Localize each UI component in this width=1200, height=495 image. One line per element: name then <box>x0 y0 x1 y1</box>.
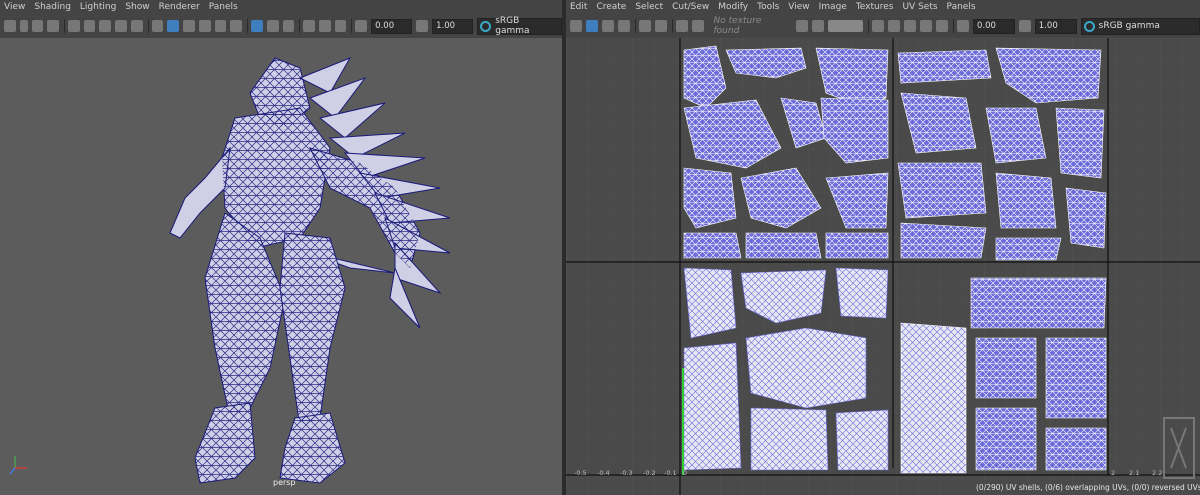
film-gate-icon[interactable] <box>83 20 96 32</box>
dim-image-icon[interactable] <box>811 20 824 32</box>
menu-shading[interactable]: Shading <box>34 2 71 12</box>
camera-label: persp <box>273 478 296 487</box>
gamma-icon <box>1018 20 1031 32</box>
uv-gamma-field[interactable]: 1.00 <box>1034 18 1077 34</box>
color-space-select[interactable]: sRGB gamma <box>477 16 562 36</box>
uv-toolbar: No texture found 0.00 1.00 sRGB gamma <box>566 14 1200 39</box>
shadows-icon[interactable] <box>230 20 243 32</box>
uv-status-text: (0/290) UV shells, (0/6) overlapping UVs… <box>976 483 1200 492</box>
channel-alpha-icon[interactable] <box>888 20 901 32</box>
textured-icon[interactable] <box>198 20 211 32</box>
refresh-icon[interactable] <box>920 20 933 32</box>
tick-label: -0.2 <box>643 469 656 477</box>
color-space-label: sRGB gamma <box>495 16 530 36</box>
tick-label: -0.5 <box>574 469 587 477</box>
smooth-shade-icon[interactable] <box>167 20 180 32</box>
uv-menu-textures[interactable]: Textures <box>856 2 894 12</box>
default-material-icon[interactable] <box>183 20 195 32</box>
texture-status: No texture found <box>713 16 762 36</box>
uv-editor-panel: Edit Create Select Cut/Sew Modify Tools … <box>566 0 1200 495</box>
uv-menubar: Edit Create Select Cut/Sew Modify Tools … <box>566 0 1200 14</box>
uv-color-space-select[interactable]: sRGB gamma <box>1080 17 1200 35</box>
shaded-uv-icon[interactable] <box>601 20 614 32</box>
color-management-icon <box>480 20 492 32</box>
distortion-icon[interactable] <box>617 20 630 32</box>
tick-label: 2 <box>1111 469 1116 477</box>
menu-view[interactable]: View <box>4 2 25 12</box>
texture-tiles-icon[interactable] <box>675 20 688 32</box>
wireframe-on-shaded-icon[interactable] <box>251 20 263 32</box>
uv-menu-tools[interactable]: Tools <box>757 2 779 12</box>
layout-icon[interactable] <box>936 20 949 32</box>
gamma-field[interactable]: 1.00 <box>432 18 474 34</box>
tick-label: -0.3 <box>620 469 633 477</box>
exposure-icon <box>957 20 970 32</box>
uv-menu-panels[interactable]: Panels <box>947 2 976 12</box>
uv-menu-edit[interactable]: Edit <box>570 2 587 12</box>
axis-gizmo <box>9 456 27 475</box>
uv-menu-uv-sets[interactable]: UV Sets <box>902 2 937 12</box>
uv-menu-image[interactable]: Image <box>819 2 847 12</box>
exposure-icon <box>355 20 368 32</box>
perspective-viewport-panel: View Shading Lighting Show Renderer Pane… <box>0 0 562 495</box>
tick-label: 2.2 <box>1152 469 1163 477</box>
filter-icon[interactable] <box>795 20 808 32</box>
menu-show[interactable]: Show <box>125 2 149 12</box>
isolate-icon[interactable] <box>691 20 704 32</box>
grid-icon[interactable] <box>68 20 80 32</box>
uv-menu-select[interactable]: Select <box>635 2 663 12</box>
uv-layout <box>566 38 1200 495</box>
snapshot-icon[interactable] <box>638 20 651 32</box>
uv-menu-create[interactable]: Create <box>596 2 626 12</box>
gate-mask-icon[interactable] <box>115 20 127 32</box>
pixel-snap-icon[interactable] <box>904 20 917 32</box>
uv-color-space-label: sRGB gamma <box>1098 21 1160 31</box>
perspective-view[interactable] <box>0 38 562 495</box>
image-display-icon[interactable] <box>654 20 667 32</box>
tick-label: 0 <box>683 469 688 477</box>
channel-rgb-icon[interactable] <box>872 20 885 32</box>
uv-menu-modify[interactable]: Modify <box>718 2 748 12</box>
camera-icon[interactable] <box>4 20 16 32</box>
gamma-icon <box>416 20 429 32</box>
resolution-gate-icon[interactable] <box>99 20 112 32</box>
lock-camera-icon[interactable] <box>19 20 28 32</box>
uv-menu-cut-sew[interactable]: Cut/Sew <box>672 2 709 12</box>
exposure-field[interactable]: 0.00 <box>371 18 413 34</box>
uv-grid-icon[interactable] <box>570 20 582 32</box>
menu-panels[interactable]: Panels <box>209 2 238 12</box>
uv-canvas[interactable] <box>566 38 1200 495</box>
viewport-toolbar: 0.00 1.00 sRGB gamma <box>0 14 562 39</box>
xray-icon[interactable] <box>266 20 279 32</box>
menu-renderer[interactable]: Renderer <box>159 2 200 12</box>
tick-label: 2.1 <box>1129 469 1140 477</box>
lights-icon[interactable] <box>214 20 227 32</box>
uv-menu-view[interactable]: View <box>788 2 809 12</box>
brightness-slider[interactable] <box>827 20 864 32</box>
antialias-icon[interactable] <box>334 20 347 32</box>
creature-wireframe-model <box>9 57 451 484</box>
xray-joints-icon[interactable] <box>282 20 295 32</box>
viewport-menubar: View Shading Lighting Show Renderer Pane… <box>0 0 562 14</box>
tick-label: -0.4 <box>597 469 610 477</box>
bookmark-icon[interactable] <box>31 20 44 32</box>
tick-label: -0.1 <box>664 469 677 477</box>
ambient-occlusion-icon[interactable] <box>318 20 331 32</box>
wireframe-icon[interactable] <box>151 20 164 32</box>
menu-lighting[interactable]: Lighting <box>80 2 116 12</box>
image-plane-icon[interactable] <box>47 20 60 32</box>
isolate-select-icon[interactable] <box>303 20 315 32</box>
checker-icon[interactable] <box>585 20 598 32</box>
uv-exposure-field[interactable]: 0.00 <box>973 18 1015 34</box>
safe-action-icon[interactable] <box>130 20 143 32</box>
color-management-icon <box>1083 20 1095 32</box>
